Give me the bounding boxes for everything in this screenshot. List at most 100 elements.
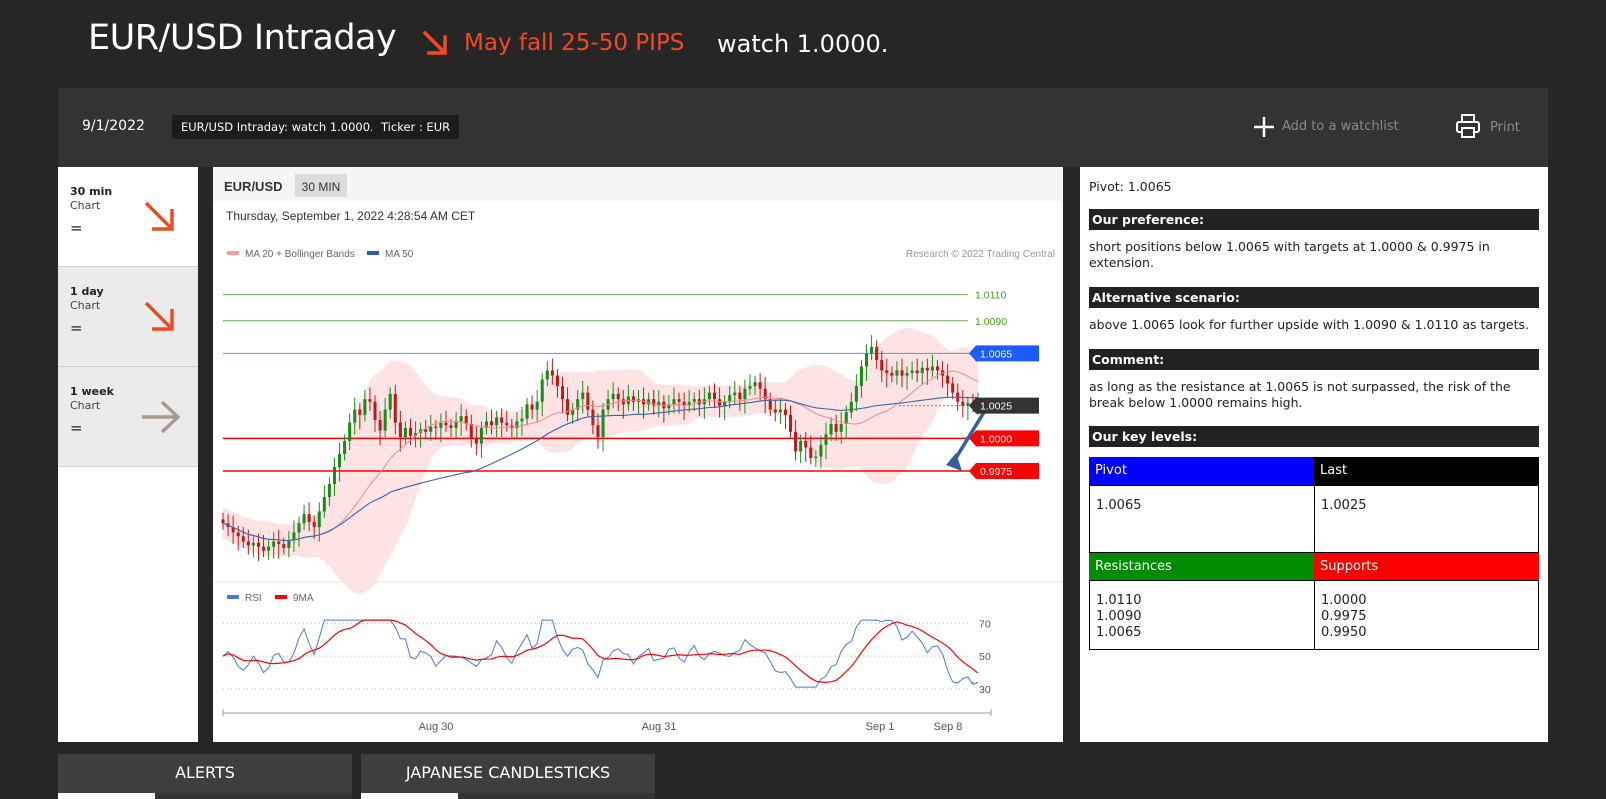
toolbar: 9/1/2022 EUR/USD Intraday: watch 1.0000.…: [58, 88, 1548, 167]
rsi-layer: 70 50 30: [222, 618, 991, 696]
candle: [748, 386, 752, 389]
candle: [429, 426, 433, 432]
candle: [267, 546, 271, 551]
candle: [672, 399, 676, 405]
candle: [591, 409, 595, 426]
candle: [343, 440, 347, 454]
timeframe-30min[interactable]: 30 min Chart =: [58, 167, 198, 267]
arrow-down-right-icon: [422, 30, 448, 56]
x-tick-label: Aug 30: [419, 721, 454, 733]
candle: [444, 422, 448, 426]
watch-level: watch 1.0000.: [717, 30, 889, 58]
candle: [251, 542, 255, 546]
preference-text: short positions below 1.0065 with target…: [1089, 239, 1490, 270]
rsi-tick-label: 70: [979, 618, 991, 630]
candle: [915, 370, 919, 374]
add-to-watchlist-button[interactable]: Add to a watchlist: [1282, 119, 1399, 134]
candle: [728, 395, 732, 402]
candle: [935, 366, 939, 371]
candle: [849, 401, 853, 413]
candle: [474, 438, 478, 444]
level-tag-label: 1.0025: [980, 401, 1012, 413]
candle: [707, 392, 711, 400]
candle: [262, 546, 266, 551]
chart-interval[interactable]: 30 MIN: [302, 180, 341, 194]
comment-text: as long as the resistance at 1.0065 is n…: [1089, 379, 1511, 410]
candle: [854, 386, 858, 402]
legend-ma50: MA 50: [385, 249, 414, 260]
candle: [545, 370, 549, 380]
timeframe-label: 30 min: [70, 185, 113, 198]
candle: [540, 379, 544, 402]
comment-heading: Comment:: [1089, 349, 1539, 370]
level-tag-label: 1.0065: [980, 348, 1012, 360]
support-level: 1.0000: [1321, 593, 1367, 608]
candle: [312, 521, 316, 528]
candle: [829, 423, 833, 435]
x-tick-label: Aug 31: [642, 721, 677, 733]
candle: [753, 382, 757, 387]
candle: [520, 418, 524, 422]
candle: [900, 370, 904, 376]
timeframe-1day[interactable]: 1 day Chart =: [58, 267, 198, 367]
legend-9ma: 9MA: [293, 593, 314, 604]
level-label: 1.0110: [975, 290, 1006, 302]
candle: [535, 401, 539, 410]
printer-icon[interactable]: [1455, 113, 1481, 139]
candle: [393, 393, 397, 423]
candle: [505, 422, 509, 426]
candle: [272, 541, 276, 547]
candle: [692, 399, 696, 402]
candle: [363, 399, 367, 415]
last-value: 1.0025: [1314, 485, 1539, 553]
candle: [885, 370, 889, 374]
resistance-level: 1.0090: [1096, 609, 1142, 624]
timeframe-sub: Chart: [70, 299, 101, 312]
rsi-line: [222, 619, 979, 688]
candle: [560, 386, 565, 400]
candle: [783, 409, 787, 415]
candle: [834, 423, 838, 432]
candle: [449, 425, 453, 428]
preference-heading: Our preference:: [1089, 209, 1539, 230]
price-chart[interactable]: EUR/USD 30 MIN Thursday, September 1, 20…: [213, 167, 1063, 742]
alternative-text: above 1.0065 look for further upside wit…: [1089, 317, 1529, 332]
key-levels-heading: Our key levels:: [1089, 426, 1539, 447]
candle: [434, 426, 438, 428]
forecast-arrowhead: [946, 453, 962, 472]
candle: [905, 373, 909, 376]
supports-values: 1.0000 0.9975 0.9950: [1314, 580, 1539, 650]
ticker-tag[interactable]: Ticker : EUR: [372, 115, 460, 139]
candle: [788, 414, 793, 432]
candle: [241, 536, 245, 542]
timeframe-label: 1 week: [70, 385, 114, 398]
candle: [353, 409, 357, 423]
candle: [611, 393, 615, 400]
candle: [870, 346, 874, 354]
support-level: 0.9950: [1321, 625, 1367, 640]
title-tag[interactable]: EUR/USD Intraday: watch 1.0000.: [172, 115, 383, 139]
candle: [880, 359, 884, 371]
candle: [469, 423, 473, 439]
chart-datetime: Thursday, September 1, 2022 4:28:54 AM C…: [226, 209, 476, 223]
tab-candlesticks-indicator: [361, 793, 458, 799]
trend-forecast: May fall 25-50 PIPS: [464, 30, 685, 56]
candle: [398, 422, 402, 438]
timeframe-1week[interactable]: 1 week Chart =: [58, 367, 198, 467]
plus-icon[interactable]: [1252, 115, 1276, 139]
pivot-value-text: 1.0065: [1096, 498, 1142, 513]
supports-header: Supports: [1314, 553, 1539, 580]
chart-symbol: EUR/USD: [224, 179, 283, 194]
candle: [256, 542, 260, 547]
candle: [946, 375, 950, 384]
candle: [282, 544, 286, 549]
print-button[interactable]: Print: [1490, 120, 1520, 135]
rsi-tick-label: 50: [979, 651, 991, 663]
level-label: 1.0090: [975, 316, 1007, 328]
candle: [814, 456, 818, 458]
candle: [525, 404, 529, 419]
candle: [925, 367, 929, 371]
candle: [566, 399, 570, 415]
resistances-header: Resistances: [1089, 553, 1314, 580]
alternative-heading: Alternative scenario:: [1089, 287, 1539, 308]
